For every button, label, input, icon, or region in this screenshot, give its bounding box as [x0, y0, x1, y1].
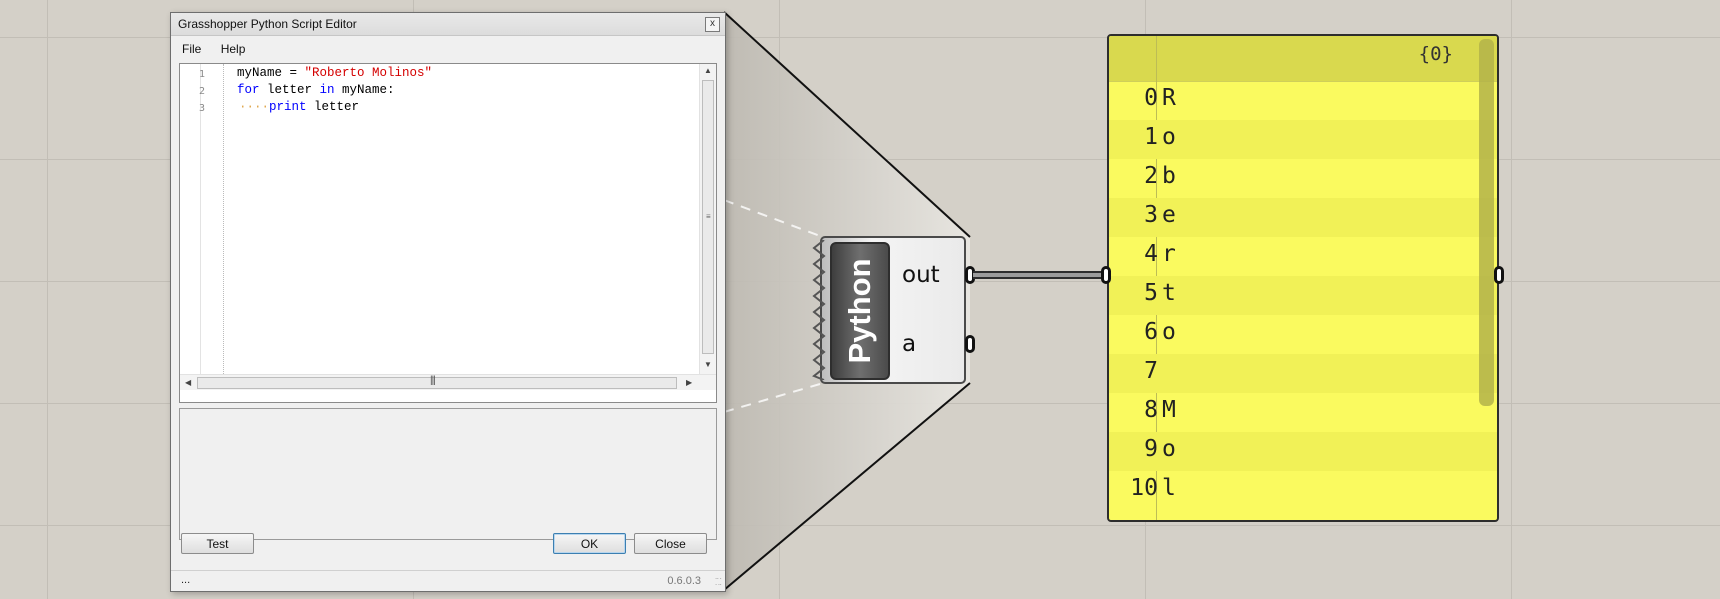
data-panel[interactable]: {0} 0 R 1 o 2 b 3 e 4 r 5 t 6 o 7 8 M 9 … — [1107, 34, 1499, 522]
item-index: 10 — [1130, 475, 1158, 501]
status-bar: ... 0.6.0.3 ·· · · ·· — [171, 570, 725, 591]
input-zigzag-icon — [812, 240, 826, 380]
code-token: letter — [259, 83, 320, 97]
item-value: o — [1162, 319, 1176, 345]
resize-grip-icon[interactable]: ·· · · ·· — [715, 575, 722, 589]
close-icon[interactable]: x — [705, 17, 720, 32]
panel-input-grip[interactable] — [1101, 266, 1111, 284]
output-label-out: out — [902, 262, 940, 288]
item-value: b — [1162, 163, 1176, 189]
list-item: 1 o — [1109, 120, 1497, 159]
list-item: 5 t — [1109, 276, 1497, 315]
close-button[interactable]: Close — [634, 533, 707, 554]
output-area[interactable] — [179, 408, 717, 540]
list-item: 0 R — [1109, 81, 1497, 120]
item-value: M — [1162, 397, 1176, 423]
whitespace-marker: ···· — [239, 100, 270, 114]
line-number: 3 — [199, 103, 206, 114]
list-item: 9 o — [1109, 432, 1497, 471]
code-line-1[interactable]: myName = "Roberto Molinos" — [237, 66, 432, 80]
item-index: 3 — [1144, 202, 1158, 228]
item-index: 4 — [1144, 241, 1158, 267]
title-bar[interactable]: Grasshopper Python Script Editor x — [171, 13, 725, 36]
item-value: t — [1162, 280, 1176, 306]
code-line-3[interactable]: ····print letter — [239, 100, 359, 114]
branch-path: {0} — [1418, 43, 1453, 65]
line-number: 2 — [199, 86, 206, 97]
item-index: 2 — [1144, 163, 1158, 189]
output-label-a: a — [902, 331, 917, 357]
menu-bar: File Help — [174, 39, 722, 59]
panel-header: {0} — [1109, 36, 1497, 82]
vertical-scrollbar[interactable]: ▲ ≡ ▼ — [699, 64, 716, 374]
line-number: 1 — [199, 69, 206, 80]
menu-file[interactable]: File — [174, 39, 209, 59]
component-name: Python — [842, 258, 877, 364]
panel-output-grip[interactable] — [1494, 266, 1504, 284]
item-value: l — [1162, 475, 1176, 501]
code-token: myName: — [334, 83, 395, 97]
item-index: 7 — [1144, 358, 1158, 384]
code-line-2[interactable]: for letter in myName: — [237, 83, 395, 97]
horizontal-scrollbar[interactable]: ◀ ||| ▶ — [180, 374, 716, 390]
gutter-divider — [223, 64, 224, 374]
list-item: 4 r — [1109, 237, 1497, 276]
list-item: 6 o — [1109, 315, 1497, 354]
scroll-up-icon[interactable]: ▲ — [704, 66, 712, 75]
vertical-scroll-thumb[interactable]: ≡ — [702, 80, 714, 354]
item-index: 1 — [1144, 124, 1158, 150]
code-keyword: print — [269, 100, 307, 114]
line-number-gutter — [180, 64, 201, 374]
menu-help[interactable]: Help — [213, 39, 254, 59]
test-button[interactable]: Test — [181, 533, 254, 554]
item-index: 8 — [1144, 397, 1158, 423]
horizontal-scroll-thumb[interactable]: ||| — [197, 375, 677, 389]
list-item: 2 b — [1109, 159, 1497, 198]
grip-icon: ||| — [430, 375, 436, 386]
item-index: 5 — [1144, 280, 1158, 306]
list-item: 3 e — [1109, 198, 1497, 237]
panel-scrollbar[interactable] — [1479, 39, 1494, 406]
code-keyword: in — [319, 83, 335, 97]
list-item: 7 — [1109, 354, 1497, 393]
code-token: = — [282, 66, 305, 80]
code-string: "Roberto Molinos" — [304, 66, 433, 80]
scroll-down-icon[interactable]: ▼ — [704, 360, 712, 369]
code-editor[interactable]: 1 2 3 myName = "Roberto Molinos" for let… — [179, 63, 717, 403]
item-value: o — [1162, 124, 1176, 150]
item-index: 6 — [1144, 319, 1158, 345]
ok-button[interactable]: OK — [553, 533, 626, 554]
output-grip-a[interactable] — [965, 335, 975, 353]
version-label: 0.6.0.3 — [667, 575, 701, 587]
item-index: 0 — [1144, 85, 1158, 111]
scroll-left-icon[interactable]: ◀ — [185, 378, 191, 387]
item-value: e — [1162, 202, 1176, 228]
item-value: o — [1162, 436, 1176, 462]
connection-wire[interactable] — [973, 271, 1105, 279]
grip-icon: ≡ — [706, 212, 711, 221]
item-value: R — [1162, 85, 1176, 111]
scroll-right-icon[interactable]: ▶ — [686, 378, 692, 387]
list-item: 8 M — [1109, 393, 1497, 432]
code-token: myName — [237, 66, 283, 80]
script-editor-window: Grasshopper Python Script Editor x File … — [170, 12, 726, 592]
window-title: Grasshopper Python Script Editor — [178, 17, 357, 31]
code-keyword: for — [237, 83, 260, 97]
code-token: letter — [306, 100, 360, 114]
list-item: 10 l — [1109, 471, 1497, 510]
item-value: r — [1162, 241, 1176, 267]
status-text: ... — [181, 574, 191, 586]
item-index: 9 — [1144, 436, 1158, 462]
